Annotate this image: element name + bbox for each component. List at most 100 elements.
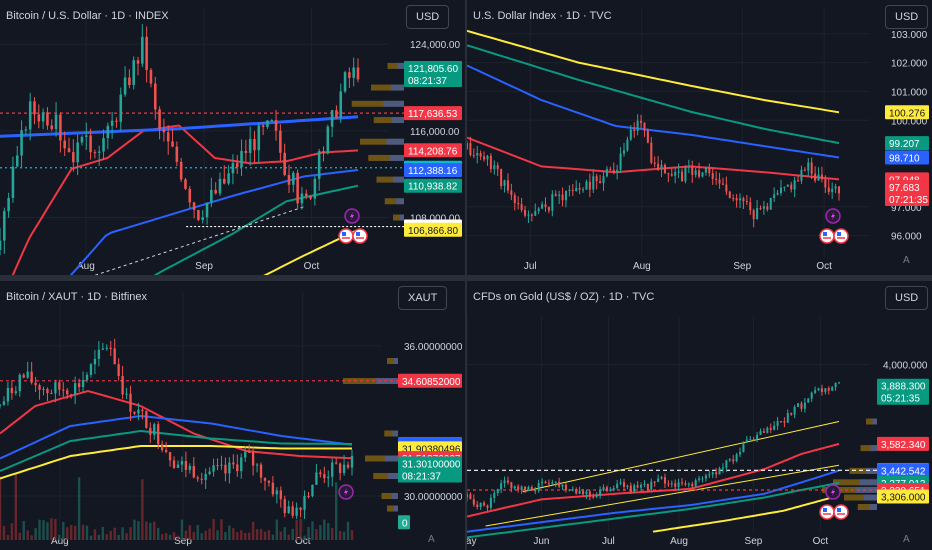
currency-unit-button[interactable]: USD <box>885 5 929 29</box>
volume-profile-bar <box>396 198 404 205</box>
candle-body <box>653 481 656 483</box>
chart-canvas[interactable]: 4,000.000MayJunJulAugSepOct3,888.30005:2… <box>467 281 932 550</box>
candle-body <box>759 431 762 435</box>
candle-body <box>657 478 660 483</box>
volume-bar <box>66 527 69 540</box>
price-label-text: 114,208.76 <box>408 146 458 157</box>
chart-canvas[interactable]: 124,000.00116,000.00108,000.00Aug Sep Oct1… <box>0 0 465 275</box>
candle-body <box>162 129 166 133</box>
candle-body <box>123 77 127 95</box>
candle-body <box>561 194 564 201</box>
candle-body <box>339 91 343 118</box>
candle-body <box>500 483 503 490</box>
candle-body <box>346 464 350 468</box>
candle-body <box>513 486 516 489</box>
candle-body <box>2 401 6 405</box>
volume-bar <box>271 534 275 540</box>
volume-bar <box>334 482 338 540</box>
volume-bar <box>121 527 124 540</box>
volume-bar <box>255 529 259 540</box>
candle-body <box>769 197 772 210</box>
candle-body <box>721 467 724 469</box>
candle-body <box>834 186 837 189</box>
candle-body <box>592 176 595 190</box>
moving-average-line <box>467 469 840 533</box>
candle-body <box>653 162 656 164</box>
candle-body <box>790 413 793 415</box>
price-label-text: 3,442.542 <box>881 466 926 477</box>
candle-body <box>224 464 227 474</box>
lightning-icon <box>825 208 841 224</box>
auto-scale-button[interactable]: A <box>903 255 910 266</box>
auto-scale-button[interactable]: A <box>428 534 435 545</box>
panel-title: CFDs on Gold (US$ / OZ) · 1D · TVC <box>473 291 655 303</box>
candle-body <box>216 465 219 467</box>
chart-canvas[interactable]: 36.0000000030.00000000Aug Sep Oct34.608520… <box>0 281 465 550</box>
volume-bar <box>141 479 144 540</box>
chart-panel-gold[interactable]: 4,000.000MayJunJulAugSepOct3,888.30005:2… <box>467 281 932 550</box>
candle-body <box>149 427 152 435</box>
candle-body <box>311 484 314 497</box>
flag-canton <box>823 508 827 512</box>
candle-body <box>164 450 168 452</box>
candle-body <box>338 463 342 473</box>
candle-body <box>37 114 41 122</box>
candle-body <box>70 394 73 396</box>
volume-bar <box>180 519 184 540</box>
candle-body <box>800 169 803 181</box>
candle-body <box>128 77 131 86</box>
candle-body <box>483 156 486 160</box>
chart-canvas[interactable]: 103.000102.000101.000100.00097.00096.000… <box>467 0 932 275</box>
currency-unit-button[interactable]: USD <box>885 286 929 310</box>
candle-body <box>602 487 605 491</box>
volume-bar <box>259 528 263 540</box>
candle-body <box>38 385 41 390</box>
candle-body <box>208 471 211 474</box>
candle-body <box>489 498 492 508</box>
currency-unit-button[interactable]: USD <box>406 5 450 29</box>
y-tick-label: 96.000 <box>891 232 922 243</box>
candle-body <box>270 120 274 122</box>
candle-body <box>640 484 643 488</box>
candle-body <box>218 178 222 194</box>
candle-body <box>84 135 88 137</box>
volume-profile-bar <box>384 455 398 462</box>
candle-body <box>786 413 789 423</box>
candle-body <box>510 190 513 196</box>
candle-body <box>201 217 205 220</box>
candle-body <box>599 181 602 184</box>
candle-body <box>133 411 136 414</box>
price-label-text: 117,636.53 <box>408 109 458 120</box>
candle-body <box>244 150 248 154</box>
candle-body <box>585 181 588 190</box>
candle-body <box>255 464 259 466</box>
volume-profile-bar <box>390 84 404 91</box>
volume-bar <box>62 521 65 540</box>
candle-body <box>680 482 684 484</box>
currency-unit-button[interactable]: XAUT <box>398 286 448 310</box>
chart-panel-dxy[interactable]: 103.000 102.000 101.000 100.000 97.000 96.000… <box>467 0 932 275</box>
candle-body <box>554 481 557 483</box>
candle-body <box>0 240 2 250</box>
volume-bar <box>319 525 322 540</box>
auto-scale-button[interactable]: A <box>903 534 910 545</box>
panel-title: U.S. Dollar Index · 1D · TVC <box>473 10 612 22</box>
chart-panel-btc-xaut[interactable]: 36.00000000 30.00000000 Aug Sep Oct 34.608520… <box>0 281 465 550</box>
candle-body <box>824 388 827 392</box>
volume-bar <box>109 530 112 540</box>
volume-bar <box>244 532 247 540</box>
candle-body <box>564 190 567 201</box>
candle-body <box>537 208 540 212</box>
candle-body <box>612 169 615 173</box>
candle-body <box>247 451 251 453</box>
candle-body <box>575 489 578 494</box>
candle-body <box>283 499 286 514</box>
flag-canton <box>342 232 346 236</box>
candle-body <box>46 388 49 394</box>
candle-body <box>694 480 697 487</box>
candle-body <box>827 187 830 192</box>
volume-bar <box>267 530 271 540</box>
volume-bar <box>307 526 310 540</box>
volume-profile-bar <box>393 358 398 364</box>
chart-panel-btc-usd[interactable]: 124,000.00 116,000.00 108,000.00 Aug Sep Oct 1… <box>0 0 465 275</box>
